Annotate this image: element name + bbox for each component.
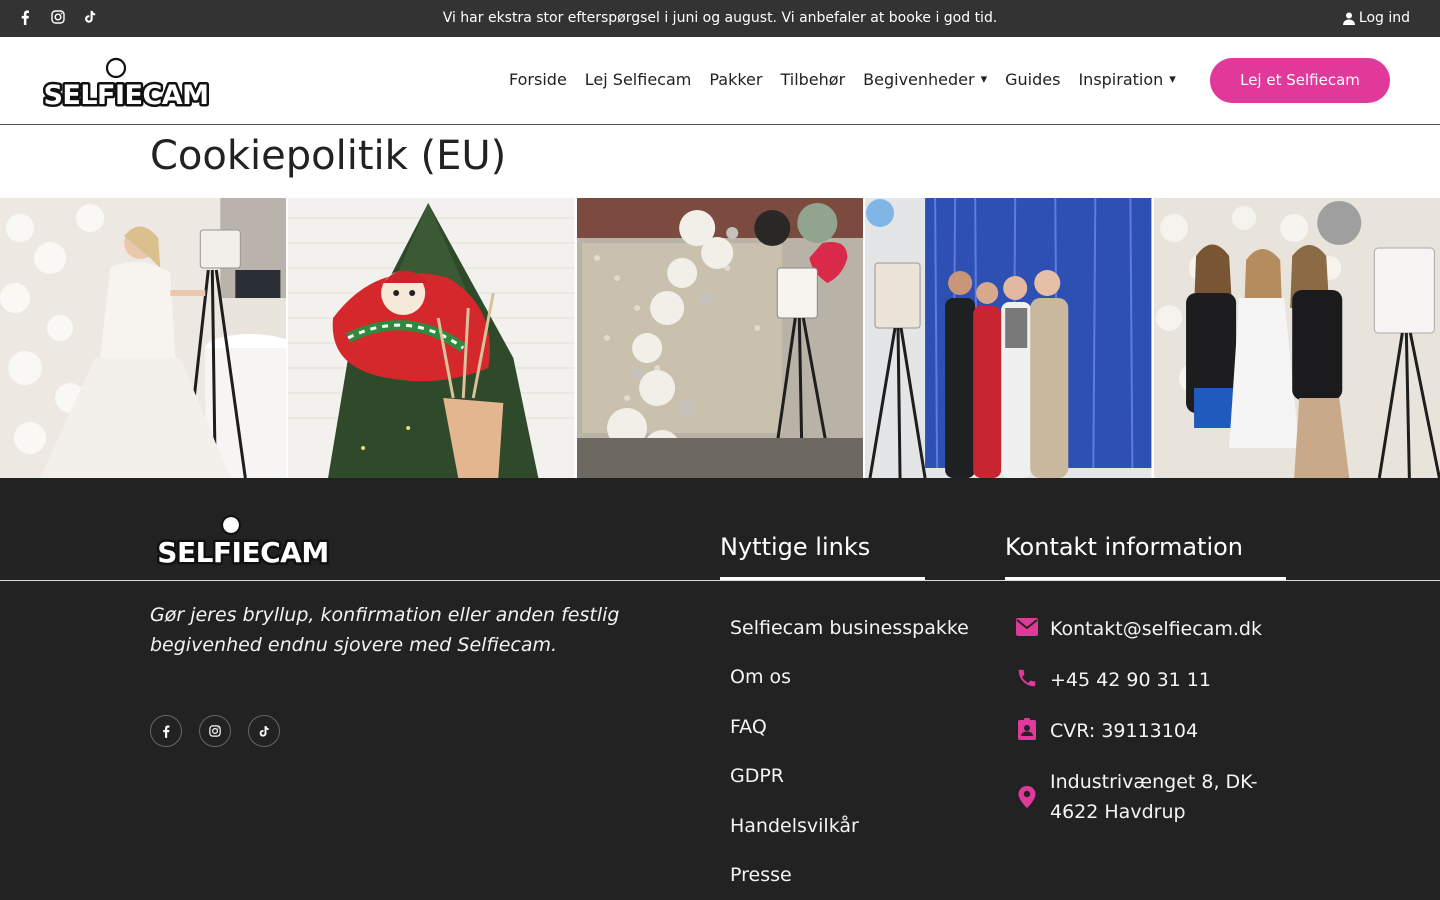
mail-icon [1014,614,1040,640]
footer-social-links [150,715,280,747]
contact-phone-text: +45 42 90 31 11 [1050,669,1211,691]
svg-text:SELFIECAM: SELFIECAM [43,80,208,107]
phone-icon [1014,665,1040,691]
nav-item-tilbehor[interactable]: Tilbehør [780,70,845,89]
user-icon [1342,12,1355,25]
nav-item-inspiration[interactable]: Inspiration ▾ [1078,70,1175,89]
chevron-down-icon: ▾ [1169,72,1176,87]
main-nav: Forside Lej Selfiecam Pakker Tilbehør Be… [509,70,1194,89]
login-label: Log ind [1358,10,1410,26]
party-group-photo[interactable] [865,198,1152,478]
footer-link-gdpr[interactable]: GDPR [730,762,969,811]
contact-email[interactable]: Kontakt@selfiecam.dk [1014,614,1290,644]
nav-label: Begivenheder [863,70,975,89]
nav-item-lej-selfiecam[interactable]: Lej Selfiecam [585,70,692,89]
facebook-icon[interactable] [150,715,182,747]
useful-links-underline [720,577,925,580]
contact-address[interactable]: Industrivænget 8, DK-4622 Havdrup [1014,767,1290,827]
contact-cvr: CVR: 39113104 [1014,716,1290,746]
nav-item-forside[interactable]: Forside [509,70,567,89]
footer-link-faq[interactable]: FAQ [730,713,969,762]
top-announcement-bar: Vi har ekstra stor efterspørgsel i juni … [0,0,1440,37]
nav-label: Inspiration [1078,70,1164,89]
site-footer: SELFIECAM SELFIECAM Gør jeres bryllup, k… [0,478,1440,900]
useful-links-list: Selfiecam businesspakke Om os FAQ GDPR H… [730,614,969,900]
balloon-backdrop-photo[interactable] [576,198,864,478]
footer-link-business[interactable]: Selfiecam businesspakke [730,614,969,663]
selfiecam-logo[interactable]: SELFIECAM SELFIECAM [36,57,216,107]
wedding-bride-photo[interactable] [0,198,287,478]
contact-title: Kontakt information [1005,533,1244,561]
location-pin-icon [1014,784,1040,810]
footer-link-terms[interactable]: Handelsvilkår [730,812,969,861]
nav-label: Guides [1005,70,1061,89]
nav-item-pakker[interactable]: Pakker [709,70,762,89]
login-link[interactable]: Log ind [1342,10,1410,26]
girls-group-photo[interactable] [1153,198,1440,478]
footer-link-press[interactable]: Presse [730,861,969,900]
contact-list: Kontakt@selfiecam.dk +45 42 90 31 11 CVR… [1014,614,1290,848]
footer-tagline: Gør jeres bryllup, konfirmation eller an… [150,604,620,656]
nav-label: Lej Selfiecam [584,70,692,89]
announcement-text: Vi har ekstra stor efterspørgsel i juni … [442,10,998,26]
contact-address-text: Industrivænget 8, DK-4622 Havdrup [1050,771,1258,823]
footer-selfiecam-logo[interactable]: SELFIECAM SELFIECAM [148,514,338,566]
nav-item-guides[interactable]: Guides [1005,70,1060,89]
useful-links-title: Nyttige links [720,533,871,561]
rent-selfiecam-button[interactable]: Lej et Selfiecam [1210,58,1390,103]
contact-cvr-text: CVR: 39113104 [1050,720,1199,742]
christmas-props-photo[interactable] [288,198,575,478]
site-header: SELFIECAM SELFIECAM Forside Lej Selfieca… [0,37,1440,125]
instagram-icon[interactable] [199,715,231,747]
tiktok-icon[interactable] [248,715,280,747]
nav-item-begivenheder[interactable]: Begivenheder ▾ [863,70,987,89]
footer-divider [0,580,1440,581]
photo-gallery [0,198,1440,478]
contact-phone[interactable]: +45 42 90 31 11 [1014,665,1290,695]
contact-underline [1005,577,1286,580]
contact-email-text: Kontakt@selfiecam.dk [1050,618,1262,640]
svg-text:SELFIECAM: SELFIECAM [157,536,328,566]
id-badge-icon [1014,716,1040,742]
chevron-down-icon: ▾ [980,72,988,87]
footer-link-about[interactable]: Om os [730,663,969,712]
page-title: Cookiepolitik (EU) [150,133,507,179]
nav-label: Pakker [709,70,763,89]
nav-label: Tilbehør [780,70,846,89]
nav-label: Forside [509,70,567,89]
